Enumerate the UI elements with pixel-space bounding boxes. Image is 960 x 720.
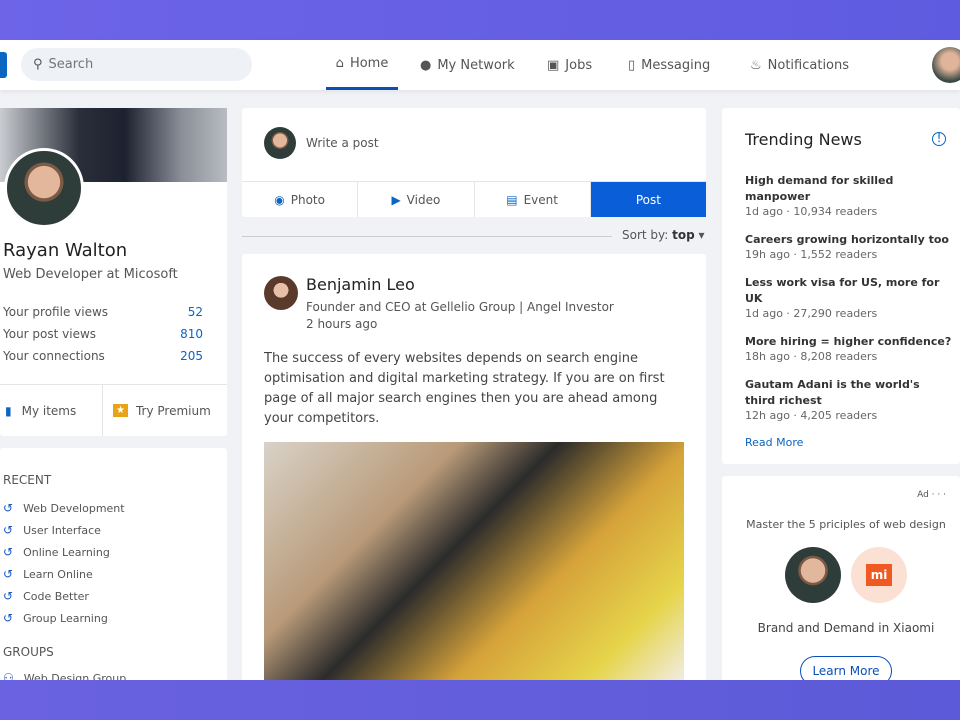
nav-label: Jobs (565, 57, 593, 73)
chat-icon: ▯ (628, 57, 636, 73)
xiaomi-logo: mi (851, 547, 907, 603)
window-bottom-frame (0, 680, 960, 720)
sort-dropdown[interactable]: Sort by: top ▾ (622, 228, 705, 242)
trending-title: Trending News (745, 130, 862, 149)
nav-notifications[interactable]: ♨ Notifications (750, 40, 849, 90)
author-avatar[interactable] (264, 276, 298, 310)
camera-icon: ◉ (274, 192, 285, 207)
profile-card: Rayan Walton Web Developer at Micosoft Y… (0, 108, 227, 436)
stat-connections[interactable]: Your connections 205 (3, 349, 203, 363)
search-icon: ⚲ (33, 57, 43, 72)
recent-item[interactable]: ↺ Code Better (3, 589, 227, 603)
my-items-button[interactable]: ▮ My items (0, 385, 103, 436)
stat-post-views[interactable]: Your post views 810 (3, 327, 203, 341)
recent-card: RECENT ↺ Web Development ↺ User Interface … (0, 448, 227, 688)
ad-card: Ad · · · Master the 5 priciples of web d… (722, 476, 960, 686)
history-icon: ↺ (3, 589, 14, 603)
news-item[interactable]: More hiring = higher confidence? 18h ago … (745, 334, 960, 363)
recent-item[interactable]: ↺ Learn Online (3, 567, 227, 581)
try-premium-button[interactable]: ★ Try Premium (103, 385, 227, 436)
nav-label: Messaging (641, 57, 711, 73)
nav-my-network[interactable]: ● My Network (420, 40, 515, 90)
history-icon: ↺ (3, 611, 14, 625)
news-item[interactable]: Less work visa for US, more for UK 1d ago… (745, 275, 960, 320)
recent-item[interactable]: ↺ Web Development (3, 501, 227, 515)
profile-name[interactable]: Rayan Walton (3, 240, 127, 261)
event-icon: ▤ (506, 192, 518, 207)
news-item[interactable]: Careers growing horizontally too 19h ago … (745, 232, 960, 261)
nav-messaging[interactable]: ▯ Messaging (628, 40, 710, 90)
news-item[interactable]: Gautam Adani is the world's third riches… (745, 377, 945, 422)
recent-item[interactable]: ↺ Online Learning (3, 545, 227, 559)
profile-title: Web Developer at Micosoft (3, 267, 178, 282)
search-bar[interactable]: ⚲ (21, 48, 252, 81)
nav-label: My Network (437, 57, 515, 73)
recent-item[interactable]: ↺ Group Learning (3, 611, 227, 625)
nav-label: Notifications (767, 57, 850, 73)
nav-label: Home (349, 56, 389, 71)
video-icon: ▶ (391, 192, 401, 207)
stat-profile-views[interactable]: Your profile views 52 (3, 305, 203, 319)
recent-heading: RECENT (3, 473, 52, 487)
info-icon[interactable]: ! (932, 132, 946, 146)
history-icon: ↺ (3, 545, 14, 559)
nav-home[interactable]: ⌂ Home (326, 40, 398, 90)
history-icon: ↺ (3, 501, 14, 515)
history-icon: ↺ (3, 523, 14, 537)
person-icon: ● (420, 57, 432, 73)
groups-heading: GROUPS (3, 645, 54, 659)
search-input[interactable] (48, 57, 229, 72)
home-icon: ⌂ (335, 56, 344, 71)
ad-user-avatar (785, 547, 841, 603)
window-top-frame (0, 0, 960, 40)
nav-jobs[interactable]: ▣ Jobs (547, 40, 592, 90)
post-time: 2 hours ago (306, 317, 378, 331)
ad-headline: Master the 5 priciples of web design (746, 518, 946, 531)
top-navbar: ⚲ ⌂ Home ● My Network ▣ Jobs ▯ Messaging ♨ No… (0, 40, 960, 90)
bookmark-icon: ▮ (5, 403, 12, 418)
bell-icon: ♨ (750, 57, 762, 73)
logo[interactable] (0, 52, 7, 78)
briefcase-icon: ▣ (547, 57, 560, 73)
profile-avatar[interactable] (4, 148, 84, 228)
ad-caption: Brand and Demand in Xiaomi (757, 621, 935, 635)
post-card: Benjamin Leo Founder and CEO at Gellelio… (242, 254, 706, 684)
post-text: The success of every websites depends on… (264, 351, 665, 426)
trending-card: Trending News ! High demand for skilled … (722, 108, 960, 464)
compose-card: Write a post ◉ Photo ▶ Video ▤ Event Post (242, 108, 706, 217)
avatar[interactable] (932, 47, 960, 83)
write-post-input[interactable]: Write a post (306, 136, 379, 150)
history-icon: ↺ (3, 567, 14, 581)
news-item[interactable]: High demand for skilled manpower 1d ago ·… (745, 173, 960, 218)
premium-icon: ★ (113, 404, 128, 417)
post-headline: Founder and CEO at Gellelio Group | Ange… (306, 300, 614, 314)
tab-photo[interactable]: ◉ Photo (242, 182, 359, 217)
caret-down-icon: ▾ (698, 228, 705, 242)
divider (242, 236, 612, 237)
avatar (264, 127, 296, 159)
tab-event[interactable]: ▤ Event (475, 182, 591, 217)
post-button[interactable]: Post (590, 182, 706, 217)
tab-video[interactable]: ▶ Video (358, 182, 475, 217)
recent-item[interactable]: ↺ User Interface (3, 523, 227, 537)
post-author[interactable]: Benjamin Leo (306, 275, 415, 294)
read-more-link[interactable]: Read More (745, 436, 960, 449)
ad-label[interactable]: Ad · · · (917, 490, 946, 500)
post-image[interactable] (264, 442, 684, 680)
